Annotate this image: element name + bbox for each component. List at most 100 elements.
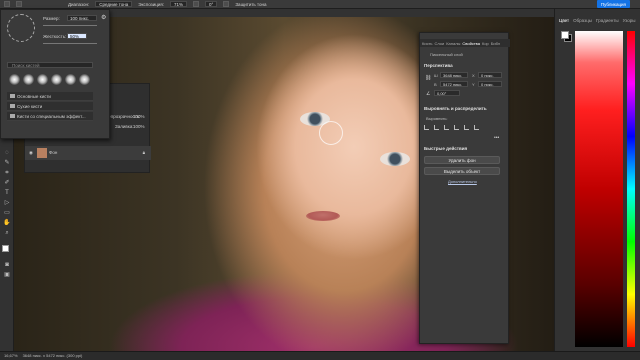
color-field[interactable] bbox=[575, 31, 623, 347]
airbrush-icon[interactable] bbox=[193, 1, 200, 7]
brush-tip[interactable] bbox=[79, 74, 90, 85]
type-tool-icon[interactable]: T bbox=[3, 189, 11, 197]
visibility-eye-icon[interactable]: ◉ bbox=[29, 146, 33, 160]
angle-field[interactable]: 0° bbox=[205, 1, 218, 7]
brush-tip[interactable] bbox=[37, 74, 48, 85]
tab-properties[interactable]: Свойства bbox=[462, 41, 480, 46]
y-label: Y bbox=[472, 82, 475, 87]
brush-size-label: Размер: bbox=[43, 16, 60, 21]
foreground-color-chip[interactable] bbox=[561, 31, 569, 39]
color-panel: Цвет Образцы Градиенты Узоры bbox=[554, 9, 640, 351]
more-options-icon[interactable]: ••• bbox=[494, 135, 499, 141]
crop-tool-icon[interactable]: ⌗ bbox=[3, 169, 11, 177]
align-right-icon[interactable] bbox=[444, 125, 449, 130]
tab-layers[interactable]: Слои bbox=[434, 41, 444, 46]
y-field[interactable]: 0 пикс. bbox=[478, 81, 502, 87]
angle-field[interactable]: 0,00° bbox=[434, 90, 460, 96]
layer-row[interactable]: ◉ Фон 🔒︎ bbox=[25, 146, 151, 160]
color-panel-tabs: Цвет Образцы Градиенты Узоры bbox=[559, 18, 636, 23]
tab-brush[interactable]: Кисть bbox=[422, 41, 432, 46]
publish-button[interactable]: Публикация bbox=[596, 0, 630, 8]
brush-folder-dry[interactable]: Сухие кисти bbox=[7, 102, 93, 111]
exposure-field[interactable]: 71% bbox=[170, 1, 188, 7]
recent-brush-tips bbox=[9, 74, 90, 85]
height-field[interactable]: 5472 пикс. bbox=[440, 81, 468, 87]
tab-swatches[interactable]: Образцы bbox=[573, 18, 592, 23]
brush-hardness-label: Жесткость: bbox=[43, 34, 67, 39]
brush-search-input[interactable]: Поиск кистей bbox=[7, 62, 93, 68]
brush-tip[interactable] bbox=[9, 74, 20, 85]
protect-tones-label: Защитить тона bbox=[235, 1, 267, 7]
align-center-h-icon[interactable] bbox=[434, 125, 439, 130]
mode-select[interactable]: Средние тона bbox=[95, 1, 133, 7]
dodge-tool-icon[interactable] bbox=[16, 1, 22, 7]
layer-thumbnail bbox=[37, 148, 47, 158]
brush-size-field[interactable]: 100 пикс. bbox=[67, 15, 97, 21]
gear-icon[interactable]: ⚙ bbox=[101, 14, 106, 21]
brush-size-slider[interactable] bbox=[43, 25, 97, 26]
brush-tool-icon[interactable]: ✐ bbox=[3, 179, 11, 187]
tab-color[interactable]: Цвет bbox=[559, 18, 569, 23]
screen-mode-icon[interactable]: ▣ bbox=[3, 271, 11, 279]
align-top-icon[interactable] bbox=[454, 125, 459, 130]
exposure-label: Экспозиция: bbox=[138, 1, 165, 7]
fill-label: Заливка: bbox=[115, 124, 134, 129]
align-center-v-icon[interactable] bbox=[464, 125, 469, 130]
right-eye bbox=[380, 152, 410, 166]
tab-correction[interactable]: Кор bbox=[482, 41, 489, 46]
brush-preset-picker: Размер: 100 пикс. Жесткость: 50% ⚙ Поиск… bbox=[0, 9, 110, 139]
folder-icon bbox=[10, 104, 15, 108]
status-bar: 16,67% 3648 пикс. x 5472 пикс. (300 ppi) bbox=[0, 351, 640, 360]
quick-actions-title[interactable]: Быстрые действия bbox=[424, 146, 467, 151]
hue-slider[interactable] bbox=[627, 31, 635, 347]
layer-type-label: Пиксельный слой bbox=[430, 52, 463, 57]
brush-tip[interactable] bbox=[23, 74, 34, 85]
zoom-tool-icon[interactable]: ⌕ bbox=[3, 229, 11, 237]
properties-panel: Кисть Слои Каналы Свойства Кор Библ Пикс… bbox=[419, 32, 510, 344]
brush-tip[interactable] bbox=[51, 74, 62, 85]
hand-tool-icon[interactable]: ✋ bbox=[3, 219, 11, 227]
tab-patterns[interactable]: Узоры bbox=[623, 18, 636, 23]
link-icon[interactable]: ⛓ bbox=[425, 75, 431, 81]
quick-mask-icon[interactable]: ◙ bbox=[3, 261, 11, 269]
tab-gradients[interactable]: Градиенты bbox=[596, 18, 619, 23]
document-info[interactable]: 3648 пикс. x 5472 пикс. (300 ppi) bbox=[23, 352, 83, 360]
select-subject-button[interactable]: Выделить объект bbox=[424, 167, 500, 175]
align-section-title[interactable]: Выровнять и распределить bbox=[424, 106, 487, 111]
tab-channels[interactable]: Каналы bbox=[446, 41, 460, 46]
shape-tool-icon[interactable]: ▭ bbox=[3, 209, 11, 217]
brush-cursor bbox=[319, 121, 343, 145]
options-bar: Диапазон: Средние тона Экспозиция: 71% 0… bbox=[0, 0, 640, 9]
x-field[interactable]: 0 пикс. bbox=[478, 72, 502, 78]
align-left-icon[interactable] bbox=[424, 125, 429, 130]
protect-tones-checkbox[interactable] bbox=[223, 1, 230, 7]
home-icon[interactable] bbox=[4, 1, 10, 7]
tab-libraries[interactable]: Библ bbox=[491, 41, 500, 46]
transform-section-title[interactable]: Перспектива bbox=[424, 63, 453, 68]
brush-hardness-slider[interactable] bbox=[43, 43, 97, 44]
fill-field[interactable]: 100% bbox=[133, 124, 145, 129]
width-field[interactable]: 3648 пикс. bbox=[440, 72, 468, 78]
height-label: В bbox=[434, 82, 437, 87]
layer-name: Фон bbox=[49, 150, 58, 155]
zoom-level[interactable]: 16,67% bbox=[4, 352, 18, 360]
mouth bbox=[306, 211, 340, 221]
folder-icon bbox=[10, 114, 15, 118]
remove-background-button[interactable]: Удалить фон bbox=[424, 156, 500, 164]
lock-icon: 🔒︎ bbox=[142, 150, 145, 155]
foreground-color-swatch[interactable] bbox=[2, 245, 9, 252]
angle-icon: ∠ bbox=[426, 91, 431, 97]
align-bottom-icon[interactable] bbox=[474, 125, 479, 130]
opacity-field[interactable]: 100% bbox=[133, 114, 145, 119]
brush-tip[interactable] bbox=[65, 74, 76, 85]
folder-icon bbox=[10, 94, 15, 98]
mode-label: Диапазон: bbox=[68, 1, 90, 7]
more-link[interactable]: Дополнительно bbox=[448, 179, 477, 184]
brush-hardness-field[interactable]: 50% bbox=[67, 33, 87, 39]
brush-folder-special[interactable]: Кисти со специальным эффект... bbox=[7, 112, 93, 121]
properties-tabs: Кисть Слои Каналы Свойства Кор Библ bbox=[420, 39, 510, 47]
marquee-tool-icon[interactable]: ◌ bbox=[3, 149, 11, 157]
brush-folder-general[interactable]: Основные кисти bbox=[7, 92, 93, 101]
path-tool-icon[interactable]: ▷ bbox=[3, 199, 11, 207]
lasso-tool-icon[interactable]: ✎ bbox=[3, 159, 11, 167]
